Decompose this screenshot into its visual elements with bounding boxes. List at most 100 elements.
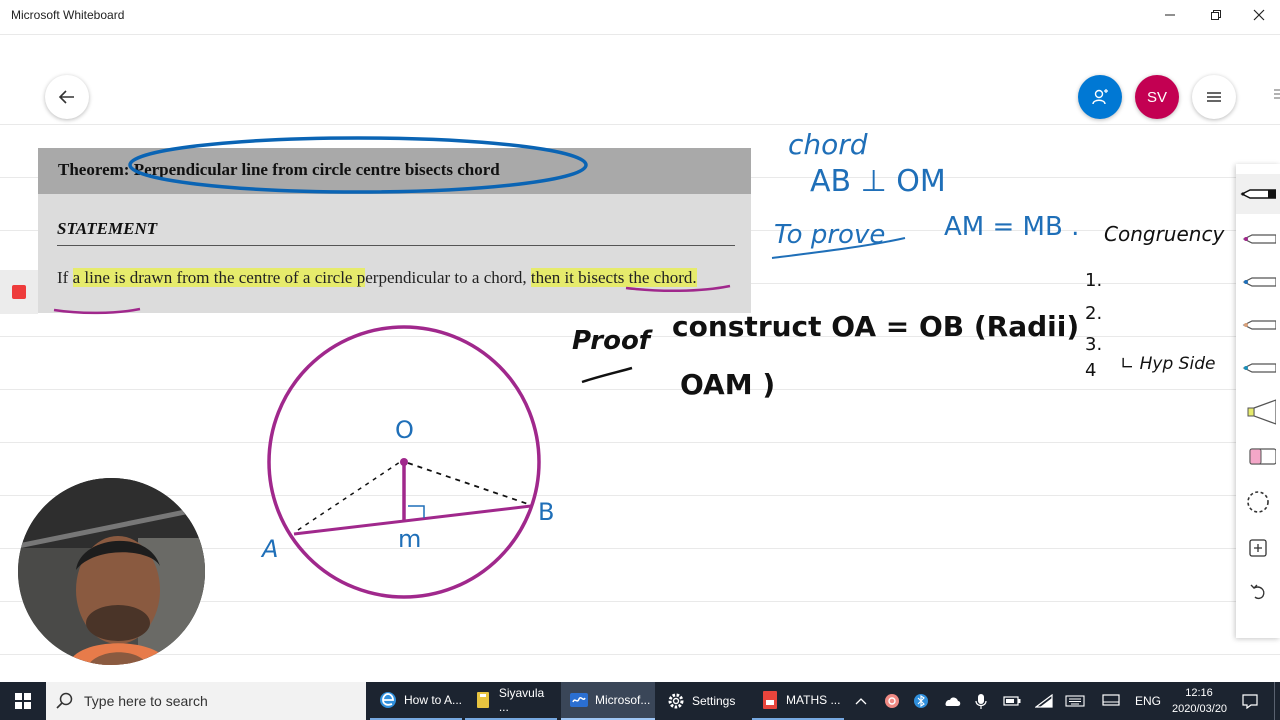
app-label: Settings [692,694,736,708]
add-icon [1249,539,1267,557]
highlighter-tool[interactable] [1236,392,1280,432]
ink-underline [53,307,141,315]
restore-button[interactable] [1193,3,1239,27]
wifi-button[interactable] [1032,682,1056,720]
language-indicator[interactable]: ENG [1130,682,1166,720]
ink-congruency: Congruency [1104,222,1225,246]
whiteboard-canvas[interactable]: SV Theorem: Perpendicular line from circ… [0,30,1280,682]
app-label: How to A... [403,693,463,707]
tray-overflow-button[interactable] [850,682,872,720]
search-icon [56,692,73,709]
ink-list-item: 3. [1085,334,1103,355]
edge-icon [380,692,396,708]
ink-list-item: 2. [1085,303,1103,324]
ink-ellipse [128,136,588,194]
ink-am-mb: AM = MB . [944,212,1080,242]
keyboard-button[interactable] [1062,682,1088,720]
ink-proof: Proof [572,326,651,356]
ink-toolbar [1236,164,1280,638]
minimize-button[interactable] [1147,3,1193,27]
taskbar-clock[interactable]: 12:16 2020/03/20 [1172,685,1228,717]
start-button[interactable] [0,682,46,720]
radius-oa [297,461,401,531]
eraser-tool[interactable] [1236,436,1280,476]
title-bar: Microsoft Whiteboard [0,0,1280,30]
ink-underline [581,366,633,384]
monitor-icon [1102,694,1120,706]
app-label: Microsof... [595,693,651,707]
clock-time: 12:16 [1185,687,1213,699]
ink-construct: construct OA = OB (Radii) [672,310,1080,343]
taskbar-app-maths-pdf[interactable]: MATHS ... [752,682,844,720]
close-button[interactable] [1236,3,1280,27]
taskbar-app-whiteboard[interactable]: Microsof... [561,682,655,720]
taskbar-app-edge[interactable]: How to A... [370,682,462,720]
pen-pink-icon [1242,234,1276,244]
whiteboard-icon [570,693,588,707]
pen-black-tool[interactable] [1236,174,1280,214]
language-label: ENG [1134,694,1161,708]
windows-icon [15,693,31,709]
pen-teal-icon [1242,363,1276,373]
pen-skin-icon [1242,320,1276,330]
pen-blue-tool[interactable] [1236,262,1280,302]
tray-app-icon[interactable] [880,682,904,720]
search-placeholder: Type here to search [84,693,208,709]
spiral-icon [885,694,899,708]
highlighter-icon [1247,399,1276,425]
label-b: B [538,498,555,526]
add-tool[interactable] [1236,528,1280,568]
folder-icon [477,692,489,708]
ink-underline [625,284,731,293]
microphone-button[interactable] [970,682,992,720]
notification-icon [1242,694,1258,709]
label-o: O [395,416,414,444]
wifi-icon [1035,694,1053,708]
microphone-icon [975,694,987,709]
lasso-icon [1247,491,1269,513]
gear-icon [668,693,684,709]
label-a: A [262,535,279,563]
onedrive-button[interactable] [940,682,964,720]
taskbar-search[interactable]: Type here to search [46,682,366,720]
chevron-up-icon [855,698,867,705]
taskbar-app-settings[interactable]: Settings [658,682,750,720]
ink-chord: chord [788,128,868,161]
minimize-icon [1165,14,1175,16]
undo-tool[interactable] [1236,572,1280,612]
display-button[interactable] [1098,682,1124,720]
show-desktop-button[interactable] [1274,682,1280,720]
bluetooth-button[interactable] [910,682,932,720]
ink-list-item: 4 [1085,360,1097,381]
eraser-icon [1249,448,1276,465]
webcam-overlay [18,478,205,665]
window-title: Microsoft Whiteboard [11,8,125,22]
ink-list-item: 1. [1085,270,1103,291]
right-angle-mark [408,505,425,518]
notifications-button[interactable] [1236,682,1264,720]
pen-teal-tool[interactable] [1236,348,1280,388]
ink-to-prove: To prove [774,220,886,250]
app-label: Siyavula ... [498,686,545,714]
clock-date: 2020/03/20 [1172,703,1228,715]
pdf-icon [763,691,777,709]
webcam-person-image [18,478,205,665]
app-label: MATHS ... [786,693,841,707]
radius-ob [407,462,529,505]
restore-icon [1211,10,1221,20]
taskbar: Type here to search How to A... Siyavula… [0,682,1280,720]
pen-skin-tool[interactable] [1236,305,1280,345]
battery-button[interactable] [1000,682,1024,720]
pen-blue-icon [1242,277,1276,287]
close-icon [1253,9,1265,21]
ink-rhs: ∟ Hyp Side [1120,354,1216,374]
lasso-tool[interactable] [1236,482,1280,522]
pen-pink-tool[interactable] [1236,219,1280,259]
taskbar-app-siyavula[interactable]: Siyavula ... [465,682,557,720]
ink-ab-perp-om: AB ⊥ OM [810,164,946,199]
ink-oam: OAM ) [680,368,776,401]
keyboard-icon [1065,695,1085,707]
cloud-icon [945,697,961,706]
bluetooth-icon [914,694,928,708]
battery-icon [1003,696,1021,706]
